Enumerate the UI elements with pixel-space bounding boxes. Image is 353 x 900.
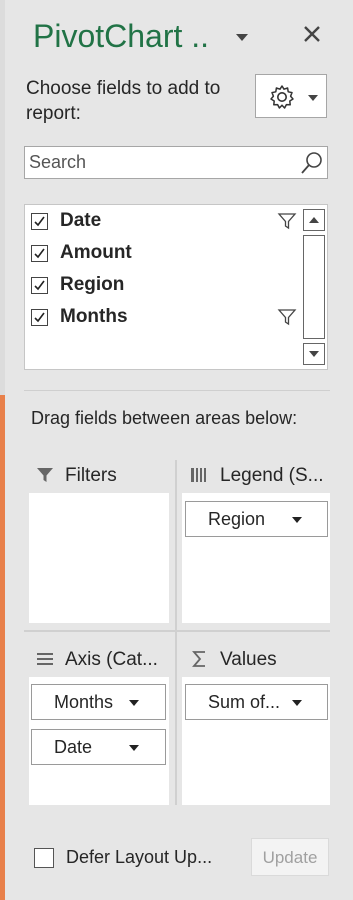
values-field-sum[interactable]: Sum of... xyxy=(185,684,328,720)
panel-title: PivotChart .. xyxy=(33,18,210,54)
legend-area-label: Legend (S... xyxy=(220,465,324,486)
field-item-date[interactable]: Date xyxy=(31,210,301,236)
defer-layout-checkbox[interactable] xyxy=(34,848,54,868)
chevron-up-icon xyxy=(309,217,319,223)
chevron-down-icon[interactable] xyxy=(129,745,139,751)
defer-layout-label[interactable]: Defer Layout Up... xyxy=(66,847,212,868)
window-edge xyxy=(0,0,5,900)
chevron-down-icon[interactable] xyxy=(292,700,302,706)
filters-drop-zone[interactable] xyxy=(29,493,169,623)
values-area-header: Values xyxy=(190,647,330,677)
field-label: Months xyxy=(60,306,128,327)
checkbox[interactable] xyxy=(31,245,48,262)
search-placeholder: Search xyxy=(29,152,87,172)
chevron-down-icon[interactable] xyxy=(236,34,248,41)
drag-instruction: Drag fields between areas below: xyxy=(31,408,298,428)
scroll-thumb[interactable] xyxy=(303,235,325,339)
checkbox[interactable] xyxy=(31,277,48,294)
sigma-icon xyxy=(190,649,210,674)
choose-fields-label: Choose fields to add to report: xyxy=(26,78,221,124)
columns-icon xyxy=(190,465,210,490)
search-icon[interactable] xyxy=(299,150,325,181)
filters-area-label: Filters xyxy=(65,465,117,486)
close-icon[interactable] xyxy=(300,22,324,46)
pill-label: Sum of... xyxy=(208,692,281,712)
window-edge-accent xyxy=(0,395,5,900)
field-label: Region xyxy=(60,274,125,295)
divider xyxy=(24,390,330,391)
chevron-down-icon[interactable] xyxy=(292,517,302,523)
pill-label: Region xyxy=(208,509,266,529)
pill-label: Months xyxy=(54,692,114,712)
scroll-down-button[interactable] xyxy=(303,343,325,365)
update-button[interactable]: Update xyxy=(251,838,329,876)
axis-area-header: Axis (Cat... xyxy=(35,647,170,677)
axis-area-label: Axis (Cat... xyxy=(65,649,158,670)
field-item-region[interactable]: Region xyxy=(31,274,301,300)
area-divider xyxy=(175,460,177,805)
field-list-scrollbar[interactable] xyxy=(303,209,325,365)
axis-field-months[interactable]: Months xyxy=(31,684,166,720)
legend-field-region[interactable]: Region xyxy=(185,501,328,537)
area-divider xyxy=(24,630,330,632)
filter-icon[interactable] xyxy=(277,211,297,236)
checkbox[interactable] xyxy=(31,309,48,326)
legend-area-header: Legend (S... xyxy=(190,463,330,493)
field-list: Date Amount Region Months xyxy=(24,204,328,370)
axis-field-date[interactable]: Date xyxy=(31,729,166,765)
chevron-down-icon[interactable] xyxy=(129,700,139,706)
checkbox[interactable] xyxy=(31,213,48,230)
field-item-amount[interactable]: Amount xyxy=(31,242,301,268)
chevron-down-icon xyxy=(309,351,319,357)
values-area-label: Values xyxy=(220,649,277,670)
update-label: Update xyxy=(262,848,318,867)
field-label: Amount xyxy=(60,242,132,263)
field-label: Date xyxy=(60,210,102,231)
search-input[interactable]: Search xyxy=(24,146,328,179)
rows-icon xyxy=(35,649,55,674)
field-item-months[interactable]: Months xyxy=(31,306,301,332)
scroll-up-button[interactable] xyxy=(303,209,325,231)
pill-label: Date xyxy=(54,737,93,757)
field-settings-button[interactable] xyxy=(255,74,327,118)
gear-icon xyxy=(268,83,296,116)
filter-icon xyxy=(35,465,55,490)
filter-icon[interactable] xyxy=(277,307,297,332)
chevron-down-icon xyxy=(308,95,318,101)
filters-area-header: Filters xyxy=(35,463,170,493)
